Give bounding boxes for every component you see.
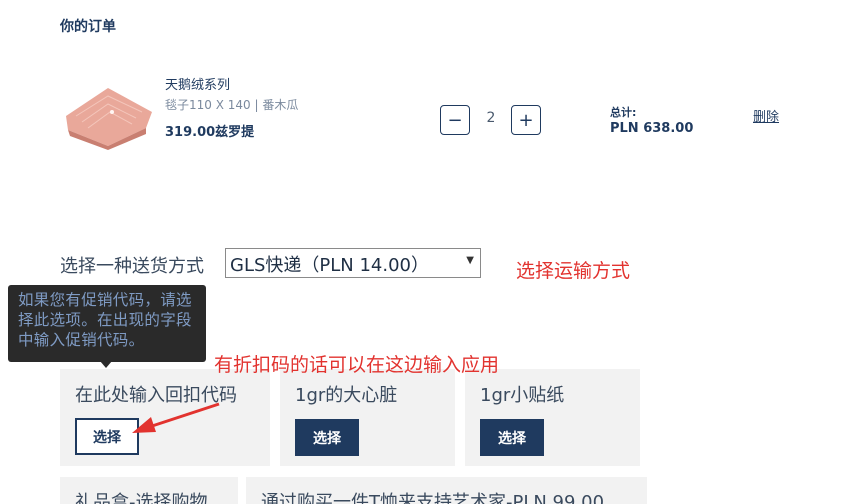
quantity-increase-button[interactable]: + (511, 105, 541, 135)
promo-card-big-heart: 1gr的大心脏 选择 (280, 369, 455, 466)
shipping-selected-value: GLS快递（PLN 14.00） (230, 255, 430, 276)
product-variant: 毯子110 X 140 | 番木瓜 (165, 98, 299, 112)
product-name[interactable]: 天鹅绒系列 (165, 74, 230, 93)
total-value: PLN 638.00 (610, 121, 694, 136)
total-label: 总计: (610, 106, 637, 119)
select-discount-code-button[interactable]: 选择 (75, 418, 139, 455)
promo-card-sticker: 1gr小贴纸 选择 (465, 369, 640, 466)
quantity-value: 2 (486, 110, 496, 126)
promo-card-gift-box: 礼品盒-选择购物 (60, 477, 238, 504)
delete-link[interactable]: 删除 (753, 106, 779, 125)
plus-icon: + (518, 109, 534, 131)
quantity-decrease-button[interactable]: − (440, 105, 470, 135)
checkout-page: 你的订单 天鹅绒系列 毯子110 X 140 | 番木瓜 319.00兹罗提 −… (0, 0, 847, 504)
promo-card-title: 通过购买一件T恤来支持艺术家-PLN 99.00 (261, 492, 605, 504)
product-unit-price: 319.00兹罗提 (165, 125, 255, 140)
discount-annotation: 有折扣码的话可以在这边输入应用 (214, 354, 500, 376)
tooltip-pointer (100, 361, 112, 368)
promo-card-title: 在此处输入回扣代码 (75, 385, 237, 406)
promo-code-tooltip: 如果您有促销代码，请选择此选项。在出现的字段中输入促销代码。 (8, 285, 206, 362)
dropdown-arrow-icon: ▼ (466, 255, 474, 266)
shipping-label: 选择一种送货方式 (60, 256, 204, 277)
promo-card-title: 1gr小贴纸 (480, 385, 565, 406)
promo-card-title: 礼品盒-选择购物 (75, 492, 208, 504)
select-big-heart-button[interactable]: 选择 (295, 419, 359, 456)
minus-icon: − (447, 109, 463, 131)
promo-card-discount-code: 在此处输入回扣代码 选择 (60, 369, 270, 466)
select-sticker-button[interactable]: 选择 (480, 419, 544, 456)
product-image (66, 88, 152, 150)
promo-card-title: 1gr的大心脏 (295, 385, 398, 406)
order-section-title: 你的订单 (60, 19, 116, 35)
promo-card-support-artist: 通过购买一件T恤来支持艺术家-PLN 99.00 (246, 477, 647, 504)
shipping-method-select[interactable]: GLS快递（PLN 14.00） ▼ (225, 248, 481, 278)
shipping-annotation: 选择运输方式 (516, 260, 631, 282)
